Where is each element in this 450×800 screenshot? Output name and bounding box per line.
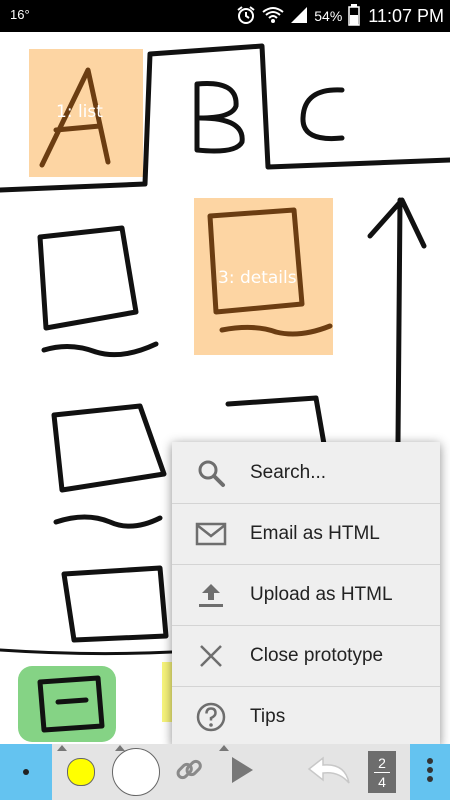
temperature-text: 16° — [10, 7, 30, 22]
signal-icon — [290, 6, 308, 27]
page-counter: 2 4 — [368, 751, 396, 793]
alarm-icon — [236, 5, 256, 28]
menu-item-email-html-label: Email as HTML — [250, 523, 380, 544]
battery-percent: 54% — [314, 8, 343, 24]
menu-item-tips-label: Tips — [250, 706, 286, 727]
menu-item-search[interactable]: Search... — [172, 443, 440, 503]
menu-item-close-prototype[interactable]: Close prototype — [172, 626, 440, 686]
pen-color-button[interactable] — [58, 744, 104, 800]
play-button[interactable] — [220, 744, 264, 800]
pen-size-button[interactable] — [0, 744, 52, 800]
play-icon — [229, 755, 255, 790]
upload-icon — [172, 581, 250, 609]
pen-color-swatch-icon — [67, 758, 95, 786]
menu-item-upload-html[interactable]: Upload as HTML — [172, 565, 440, 625]
clock-text: 11:07 PM — [368, 5, 444, 26]
page-current: 2 — [378, 754, 386, 771]
overflow-menu: Search... Email as HTML Upload as HTML C… — [172, 442, 440, 746]
page-counter-button[interactable]: 2 4 — [362, 744, 402, 800]
search-icon — [172, 458, 250, 488]
hotspot-list-label: 1: list — [56, 102, 103, 122]
fill-color-swatch-icon — [112, 748, 160, 796]
link-button[interactable] — [168, 744, 210, 800]
menu-item-close-prototype-label: Close prototype — [250, 645, 384, 666]
hotspot-details-label: 3: details — [218, 268, 297, 288]
overflow-menu-button[interactable] — [410, 744, 450, 800]
help-icon — [172, 701, 250, 733]
email-icon — [172, 521, 250, 547]
status-icons: 54% 11:07 PM — [236, 3, 444, 29]
undo-icon — [305, 755, 351, 790]
close-icon — [172, 644, 250, 668]
more-vert-icon — [426, 757, 434, 788]
menu-item-tips[interactable]: Tips — [172, 687, 440, 747]
fill-color-button[interactable] — [108, 744, 164, 800]
battery-icon — [348, 3, 361, 29]
bottom-toolbar: 2 4 — [0, 744, 450, 800]
menu-item-search-label: Search... — [250, 462, 327, 483]
page-divider — [374, 771, 390, 773]
menu-item-upload-html-label: Upload as HTML — [250, 584, 393, 605]
wifi-icon — [262, 6, 284, 27]
undo-button[interactable] — [300, 744, 356, 800]
pen-size-dot-icon — [23, 769, 29, 775]
link-icon — [174, 755, 204, 790]
page-total: 4 — [378, 773, 386, 790]
status-bar: 16° 54% 11:07 PM — [0, 0, 450, 32]
menu-item-email-html[interactable]: Email as HTML — [172, 504, 440, 564]
